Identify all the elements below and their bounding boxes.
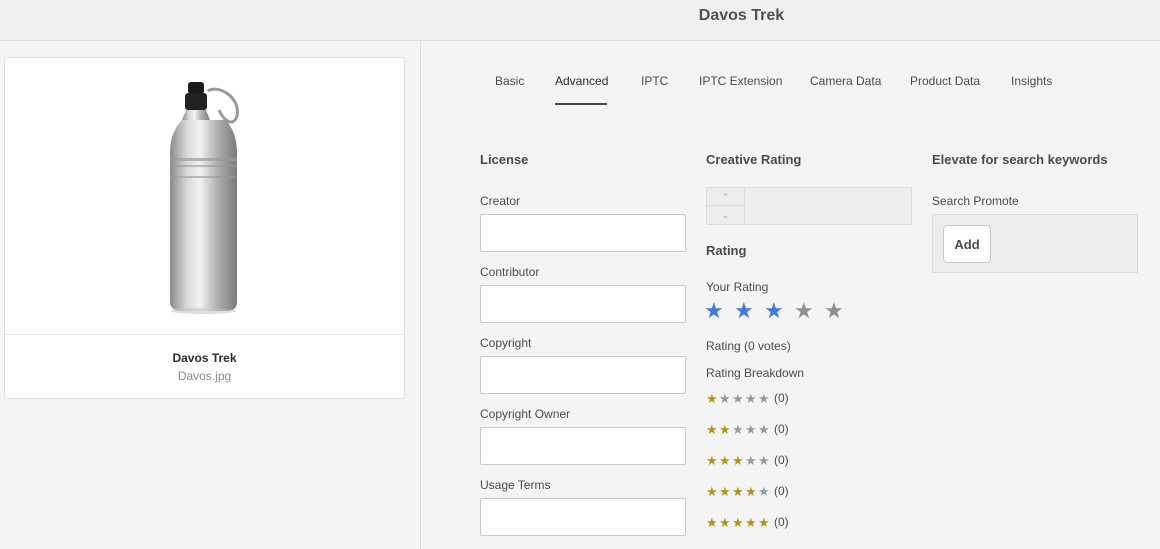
tab-iptc[interactable]: IPTC: [641, 74, 668, 88]
water-bottle-thumbnail: [170, 82, 239, 314]
panel-divider: [420, 41, 421, 549]
star-icon: ★: [758, 515, 770, 530]
contributor-field[interactable]: [480, 285, 686, 323]
star-icon: ★: [758, 453, 770, 468]
star-icon: ★: [706, 391, 718, 406]
star-icon: ★: [758, 484, 770, 499]
creator-label: Creator: [480, 194, 521, 208]
your-rating-label: Your Rating: [706, 280, 769, 294]
breakdown-row-5: ★★★★★ (0): [706, 514, 789, 530]
star-icon: ★: [706, 453, 718, 468]
star-icon: ★: [732, 484, 744, 499]
star-icon: ★: [758, 422, 770, 437]
page-title: Davos Trek: [698, 7, 785, 24]
tab-insights[interactable]: Insights: [1011, 74, 1052, 88]
star-icon: ★: [719, 453, 731, 468]
star-icon: ★: [732, 515, 744, 530]
rating-breakdown-label: Rating Breakdown: [706, 366, 805, 380]
contributor-label: Contributor: [480, 265, 540, 279]
star-icon: ★: [745, 515, 757, 530]
card-separator: [5, 334, 404, 335]
asset-card[interactable]: Davos Trek Davos.jpg: [4, 57, 405, 399]
star-icon: ★: [758, 391, 770, 406]
copyright-owner-field[interactable]: [480, 427, 686, 465]
star-icon: ★: [719, 422, 731, 437]
copyright-label: Copyright: [480, 336, 532, 350]
star-icon[interactable]: ★: [824, 300, 844, 322]
tab-advanced[interactable]: Advanced: [555, 74, 608, 88]
tab-basic[interactable]: Basic: [495, 74, 524, 88]
star-icon[interactable]: ★: [734, 300, 754, 322]
star-icon: ★: [732, 391, 744, 406]
creative-rating-heading: Creative Rating: [706, 152, 802, 167]
star-icon: ★: [706, 422, 718, 437]
star-icon: ★: [745, 391, 757, 406]
active-tab-indicator: [555, 103, 607, 105]
star-icon: ★: [745, 453, 757, 468]
copyright-field[interactable]: [480, 356, 686, 394]
breakdown-count: (0): [774, 391, 789, 405]
creator-field[interactable]: [480, 214, 686, 252]
star-icon: ★: [745, 484, 757, 499]
rating-votes: Rating (0 votes): [706, 339, 791, 353]
tab-product-data[interactable]: Product Data: [910, 74, 980, 88]
creative-rating-stepper[interactable]: ⌃ ⌄: [706, 187, 912, 225]
star-icon: ★: [719, 391, 731, 406]
breakdown-row-4: ★★★★★ (0): [706, 483, 789, 499]
chevron-up-icon[interactable]: ⌃: [707, 188, 744, 206]
star-icon: ★: [719, 515, 731, 530]
license-heading: License: [480, 152, 529, 167]
asset-name: Davos Trek: [172, 351, 237, 365]
breakdown-count: (0): [774, 453, 789, 467]
search-promote-panel: Add: [932, 214, 1138, 273]
star-icon[interactable]: ★: [704, 300, 724, 322]
breakdown-count: (0): [774, 422, 789, 436]
chevron-down-icon[interactable]: ⌄: [707, 206, 744, 224]
star-icon: ★: [706, 515, 718, 530]
breakdown-row-3: ★★★★★ (0): [706, 452, 789, 468]
copyright-owner-label: Copyright Owner: [480, 407, 571, 421]
asset-filename: Davos.jpg: [177, 369, 232, 383]
star-icon[interactable]: ★: [764, 300, 784, 322]
star-icon: ★: [732, 422, 744, 437]
star-icon: ★: [719, 484, 731, 499]
star-icon: ★: [745, 422, 757, 437]
tab-camera-data[interactable]: Camera Data: [810, 74, 881, 88]
add-button[interactable]: Add: [943, 225, 991, 263]
star-icon[interactable]: ★: [794, 300, 814, 322]
breakdown-row-2: ★★★★★ (0): [706, 421, 789, 437]
usage-terms-label: Usage Terms: [480, 478, 551, 492]
star-icon: ★: [732, 453, 744, 468]
stepper-buttons: ⌃ ⌄: [707, 188, 745, 224]
usage-terms-field[interactable]: [480, 498, 686, 536]
star-icon: ★: [706, 484, 718, 499]
header-bar: Davos Trek: [0, 0, 1160, 41]
search-promote-label: Search Promote: [932, 194, 1019, 208]
breakdown-count: (0): [774, 515, 789, 529]
breakdown-row-1: ★★★★★ (0): [706, 390, 789, 406]
elevate-heading: Elevate for search keywords: [932, 152, 1108, 167]
breakdown-count: (0): [774, 484, 789, 498]
tab-iptc-extension[interactable]: IPTC Extension: [699, 74, 782, 88]
rating-heading: Rating: [706, 243, 747, 258]
